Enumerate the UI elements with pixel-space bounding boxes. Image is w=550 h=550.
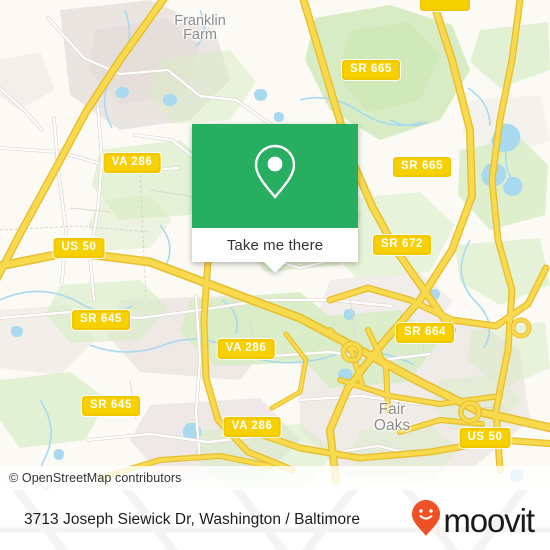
road-shield: US 50 xyxy=(53,238,105,258)
map-attribution-bar: © OpenStreetMap contributors xyxy=(0,466,550,490)
road-shield-label: SR 645 xyxy=(80,313,122,325)
road-shield: SR 645 xyxy=(82,396,140,416)
road-shield-label: SR 665 xyxy=(401,160,443,172)
attribution-text: © OpenStreetMap contributors xyxy=(9,471,182,485)
road-shield: SR 664 xyxy=(396,323,454,343)
road-shield: SR 672 xyxy=(373,235,431,255)
footer-address-text: 3713 Joseph Siewick Dr, Washington / Bal… xyxy=(24,511,360,528)
road-shield: SR 665 xyxy=(393,157,451,177)
moovit-wordmark: moovit xyxy=(443,501,535,539)
moovit-map-screenshot: .green { fill:#d7ecc4; } .green2 { fill:… xyxy=(0,0,550,550)
road-shield: SR 645 xyxy=(72,310,130,330)
popup-pointer-tail xyxy=(264,262,286,273)
popup-footer[interactable]: Take me there xyxy=(192,228,358,262)
road-shield: SR 665 xyxy=(342,60,400,80)
map-popup-card[interactable]: Take me there xyxy=(192,124,358,273)
road-shield-label: SR 672 xyxy=(381,238,423,250)
road-shield-label: SR 665 xyxy=(350,63,392,75)
road-shield-label: VA 286 xyxy=(225,342,267,354)
road-shield-clipped xyxy=(420,0,470,11)
road-shield: US 50 xyxy=(459,428,511,448)
road-shield-label: VA 286 xyxy=(231,420,273,432)
moovit-smiley-pin-icon xyxy=(411,499,441,542)
road-shield-label: SR 645 xyxy=(90,399,132,411)
footer-bar: 3713 Joseph Siewick Dr, Washington / Bal… xyxy=(0,490,550,550)
road-shield-label: SR 664 xyxy=(404,326,446,338)
road-shield-label: US 50 xyxy=(61,241,97,253)
take-me-there-label: Take me there xyxy=(226,236,324,254)
moovit-brand[interactable]: moovit xyxy=(411,499,550,542)
map-pin-icon xyxy=(251,143,299,206)
road-shield: VA 286 xyxy=(103,153,161,173)
road-shield: VA 286 xyxy=(223,417,281,437)
popup-header xyxy=(192,124,358,228)
road-shield-label: US 50 xyxy=(467,431,503,443)
road-shield: VA 286 xyxy=(217,339,275,359)
road-shield-label: VA 286 xyxy=(111,156,153,168)
